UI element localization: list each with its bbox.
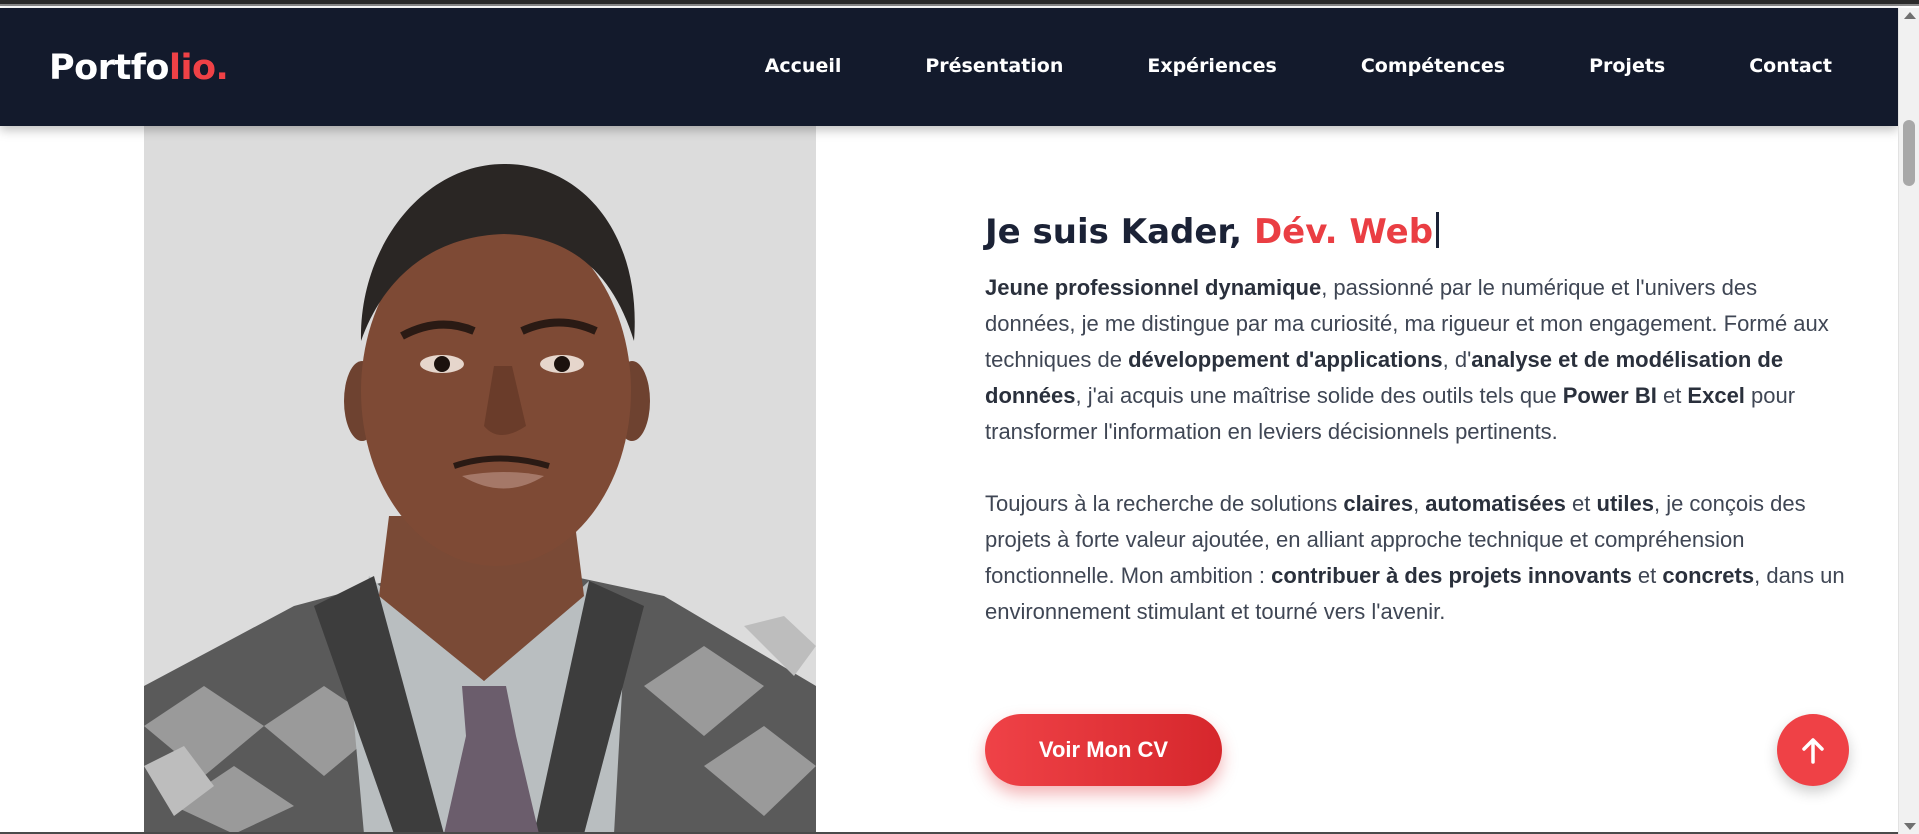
body-text: et	[1656, 383, 1688, 408]
body-text: et	[1565, 491, 1597, 516]
navbar: Portfolio. Accueil Présentation Expérien…	[0, 8, 1898, 126]
emphasis-text: automatisées	[1425, 491, 1566, 516]
nav-links: Accueil Présentation Expériences Compéte…	[765, 55, 1832, 77]
hero-heading: Je suis Kader, Dév. Web	[985, 212, 1845, 252]
logo[interactable]: Portfolio.	[49, 48, 229, 88]
emphasis-text: Power BI	[1562, 383, 1657, 408]
emphasis-text: Excel	[1687, 383, 1745, 408]
emphasis-text: utiles	[1596, 491, 1654, 516]
scroll-down-arrow-icon[interactable]	[1904, 823, 1916, 830]
body-text: , j'ai acquis une maîtrise solide des ou…	[1075, 383, 1563, 408]
profile-photo	[144, 126, 816, 834]
intro-paragraph-1: Jeune professionnel dynamique, passionné…	[985, 270, 1845, 450]
body-text: , d'	[1442, 347, 1472, 372]
hero-content: Je suis Kader, Dév. Web Jeune profession…	[985, 212, 1845, 630]
body-text: ,	[1413, 491, 1426, 516]
logo-main: Portfo	[49, 48, 169, 88]
emphasis-text: claires	[1343, 491, 1414, 516]
scrollbar[interactable]	[1898, 8, 1919, 834]
body-text: et	[1631, 563, 1663, 588]
body-text: Toujours à la recherche de solutions	[985, 491, 1344, 516]
arrow-up-icon	[1802, 738, 1824, 764]
nav-link-accueil[interactable]: Accueil	[765, 55, 842, 77]
nav-link-contact[interactable]: Contact	[1749, 55, 1832, 77]
browser-top-strip	[0, 0, 1919, 6]
intro-paragraph-2: Toujours à la recherche de solutions cla…	[985, 486, 1845, 630]
heading-role: Dév. Web	[1253, 212, 1434, 252]
nav-link-presentation[interactable]: Présentation	[925, 55, 1063, 77]
heading-prefix: Je suis Kader,	[985, 212, 1254, 252]
view-cv-button[interactable]: Voir Mon CV	[985, 714, 1222, 786]
page: Portfolio. Accueil Présentation Expérien…	[0, 0, 1919, 834]
scrollbar-thumb[interactable]	[1903, 120, 1915, 186]
emphasis-text: contribuer à des projets innovants	[1271, 563, 1632, 588]
scroll-up-arrow-icon[interactable]	[1904, 12, 1916, 19]
back-to-top-button[interactable]	[1777, 714, 1849, 786]
typing-caret	[1436, 212, 1440, 248]
nav-link-experiences[interactable]: Expériences	[1147, 55, 1276, 77]
emphasis-text: développement d'applications	[1128, 347, 1443, 372]
nav-link-projets[interactable]: Projets	[1589, 55, 1665, 77]
emphasis-text: Jeune professionnel dynamique	[985, 275, 1322, 300]
emphasis-text: concrets	[1662, 563, 1755, 588]
logo-accent: lio.	[168, 48, 229, 88]
nav-link-competences[interactable]: Compétences	[1361, 55, 1505, 77]
